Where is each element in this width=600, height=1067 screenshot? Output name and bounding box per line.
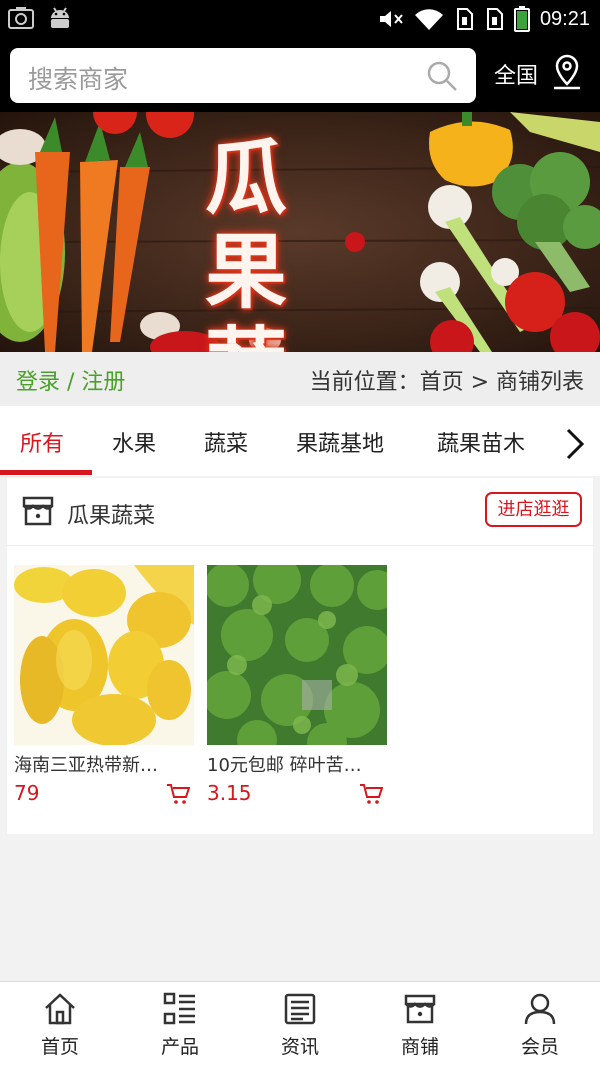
nav-home[interactable]: 首页 [0,982,120,1067]
visit-shop-button[interactable]: 进店逛逛 [485,492,582,527]
news-icon [284,993,316,1025]
clock: 09:21 [539,7,590,30]
cart-icon[interactable] [359,783,383,805]
product-price-row: 3.15 [207,781,387,809]
category-tabs: 所有 水果 蔬菜 果蔬基地 蔬果苗木 [0,406,600,476]
product-name[interactable]: 海南三亚热带新… [14,751,186,777]
login-register-link[interactable]: 登录 / 注册 [16,364,125,396]
promo-banner[interactable]: 瓜 果 蔬 菜 [0,112,600,352]
nav-stores[interactable]: 商铺 [360,982,480,1067]
nav-news-label: 资讯 [280,1036,319,1058]
tab-fruit[interactable]: 水果 [112,426,156,458]
tab-vegetables[interactable]: 蔬菜 [204,426,248,458]
bottom-nav: 首页 产品 资讯 商铺 会员 [0,981,600,1067]
chevron-right-icon[interactable] [564,428,586,460]
search-input[interactable]: 搜索商家 [28,60,128,96]
product-card[interactable]: 海南三亚热带新… 79 [14,565,194,809]
active-tab-indicator [0,470,92,475]
battery-icon [513,6,530,32]
nav-products[interactable]: 产品 [120,982,240,1067]
shop-header: 瓜果蔬菜 进店逛逛 [7,478,593,546]
nav-home-label: 首页 [40,1036,79,1058]
app-header: 搜索商家 全国 [0,38,600,112]
cart-icon[interactable] [166,783,190,805]
product-price-row: 79 [14,781,194,809]
nav-member-label: 会员 [520,1036,559,1058]
list-icon [163,992,195,1025]
user-icon [524,993,556,1025]
store-icon [404,994,436,1024]
shop-name[interactable]: 瓜果蔬菜 [67,498,155,530]
mute-icon [379,11,403,27]
search-icon[interactable] [426,60,458,92]
product-price: 3.15 [207,781,252,805]
nav-member[interactable]: 会员 [480,982,600,1067]
product-name[interactable]: 10元包邮 碎叶苦… [207,751,379,777]
nav-stores-label: 商铺 [400,1036,439,1058]
wifi-icon [414,9,443,30]
product-image-greens[interactable] [207,565,387,745]
nav-news[interactable]: 资讯 [240,982,360,1067]
breadcrumb: 当前位置：首页 > 商铺列表 [309,370,584,395]
product-image-jackfruit[interactable] [14,565,194,745]
status-bar: 09:21 [0,0,600,38]
tab-all[interactable]: 所有 [20,426,64,458]
location-bar: 登录 / 注册 当前位置：首页 > 商铺列表 [0,352,600,406]
banner-title-line1: 瓜 果 [205,131,312,320]
tab-seedlings[interactable]: 蔬果苗木 [437,426,525,458]
home-icon [45,993,75,1025]
android-icon [51,7,69,28]
product-card[interactable]: 10元包邮 碎叶苦… 3.15 [207,565,387,809]
screenshot-icon [8,7,34,29]
banner-title: 瓜 果 蔬 菜 [205,131,415,353]
sim2-icon [486,8,503,30]
location-pin-icon[interactable] [551,54,583,90]
store-icon [22,496,54,526]
product-price: 79 [14,781,40,805]
sim1-icon [456,8,473,30]
shop-card: 瓜果蔬菜 进店逛逛 海南三亚热带新… 79 10元包邮 碎叶苦… 3.15 [7,478,593,834]
tab-produce-base[interactable]: 果蔬基地 [296,426,384,458]
search-box[interactable]: 搜索商家 [10,48,476,103]
banner-title-line2: 蔬 菜 [205,320,415,353]
nav-products-label: 产品 [160,1036,199,1058]
region-selector[interactable]: 全国 [494,58,538,90]
